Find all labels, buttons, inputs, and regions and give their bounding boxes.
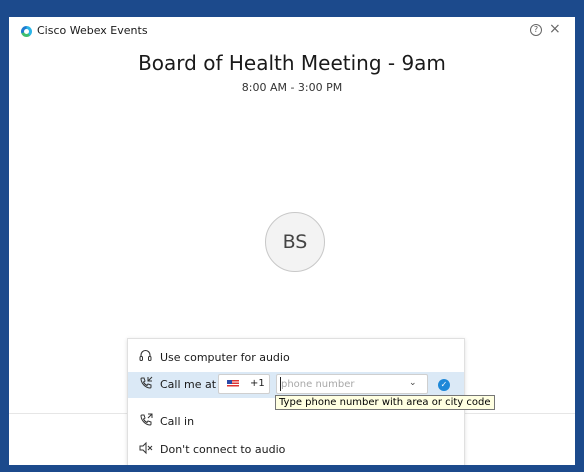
meeting-time: 8:00 AM - 3:00 PM — [241, 81, 343, 94]
webex-logo-icon — [21, 26, 32, 37]
app-title: Cisco Webex Events — [37, 24, 148, 37]
menu-item-computer-audio[interactable]: Use computer for audio — [128, 345, 464, 371]
menu-item-no-audio[interactable]: Don't connect to audio — [128, 437, 464, 463]
us-flag-icon — [227, 380, 239, 388]
phone-number-tooltip: Type phone number with area or city code — [275, 395, 495, 410]
phone-number-field[interactable]: ⌄ — [276, 374, 428, 394]
menu-item-label: Use computer for audio — [160, 351, 290, 364]
menu-item-label: Don't connect to audio — [160, 443, 286, 456]
headset-icon — [139, 349, 153, 365]
help-icon[interactable]: ? — [530, 24, 542, 36]
close-icon[interactable]: × — [549, 21, 561, 37]
phone-callback-icon — [139, 376, 153, 392]
menu-item-label: Call in — [160, 415, 195, 428]
avatar: BS — [265, 212, 325, 272]
speaker-muted-icon — [139, 441, 153, 457]
country-code: +1 — [250, 378, 265, 389]
webex-window: Cisco Webex Events ? × Board of Health M… — [9, 17, 575, 465]
phone-number-input[interactable] — [280, 377, 401, 391]
menu-item-label: Call me at — [160, 378, 217, 391]
check-icon: ✓ — [438, 379, 450, 391]
meeting-title: Board of Health Meeting - 9am — [138, 51, 446, 75]
country-code-select[interactable]: +1 — [218, 374, 270, 394]
title-bar: Cisco Webex Events ? × — [9, 17, 575, 45]
menu-item-call-in[interactable]: Call in — [128, 409, 464, 435]
chevron-down-icon[interactable]: ⌄ — [409, 378, 417, 388]
phone-call-in-icon — [139, 413, 153, 429]
